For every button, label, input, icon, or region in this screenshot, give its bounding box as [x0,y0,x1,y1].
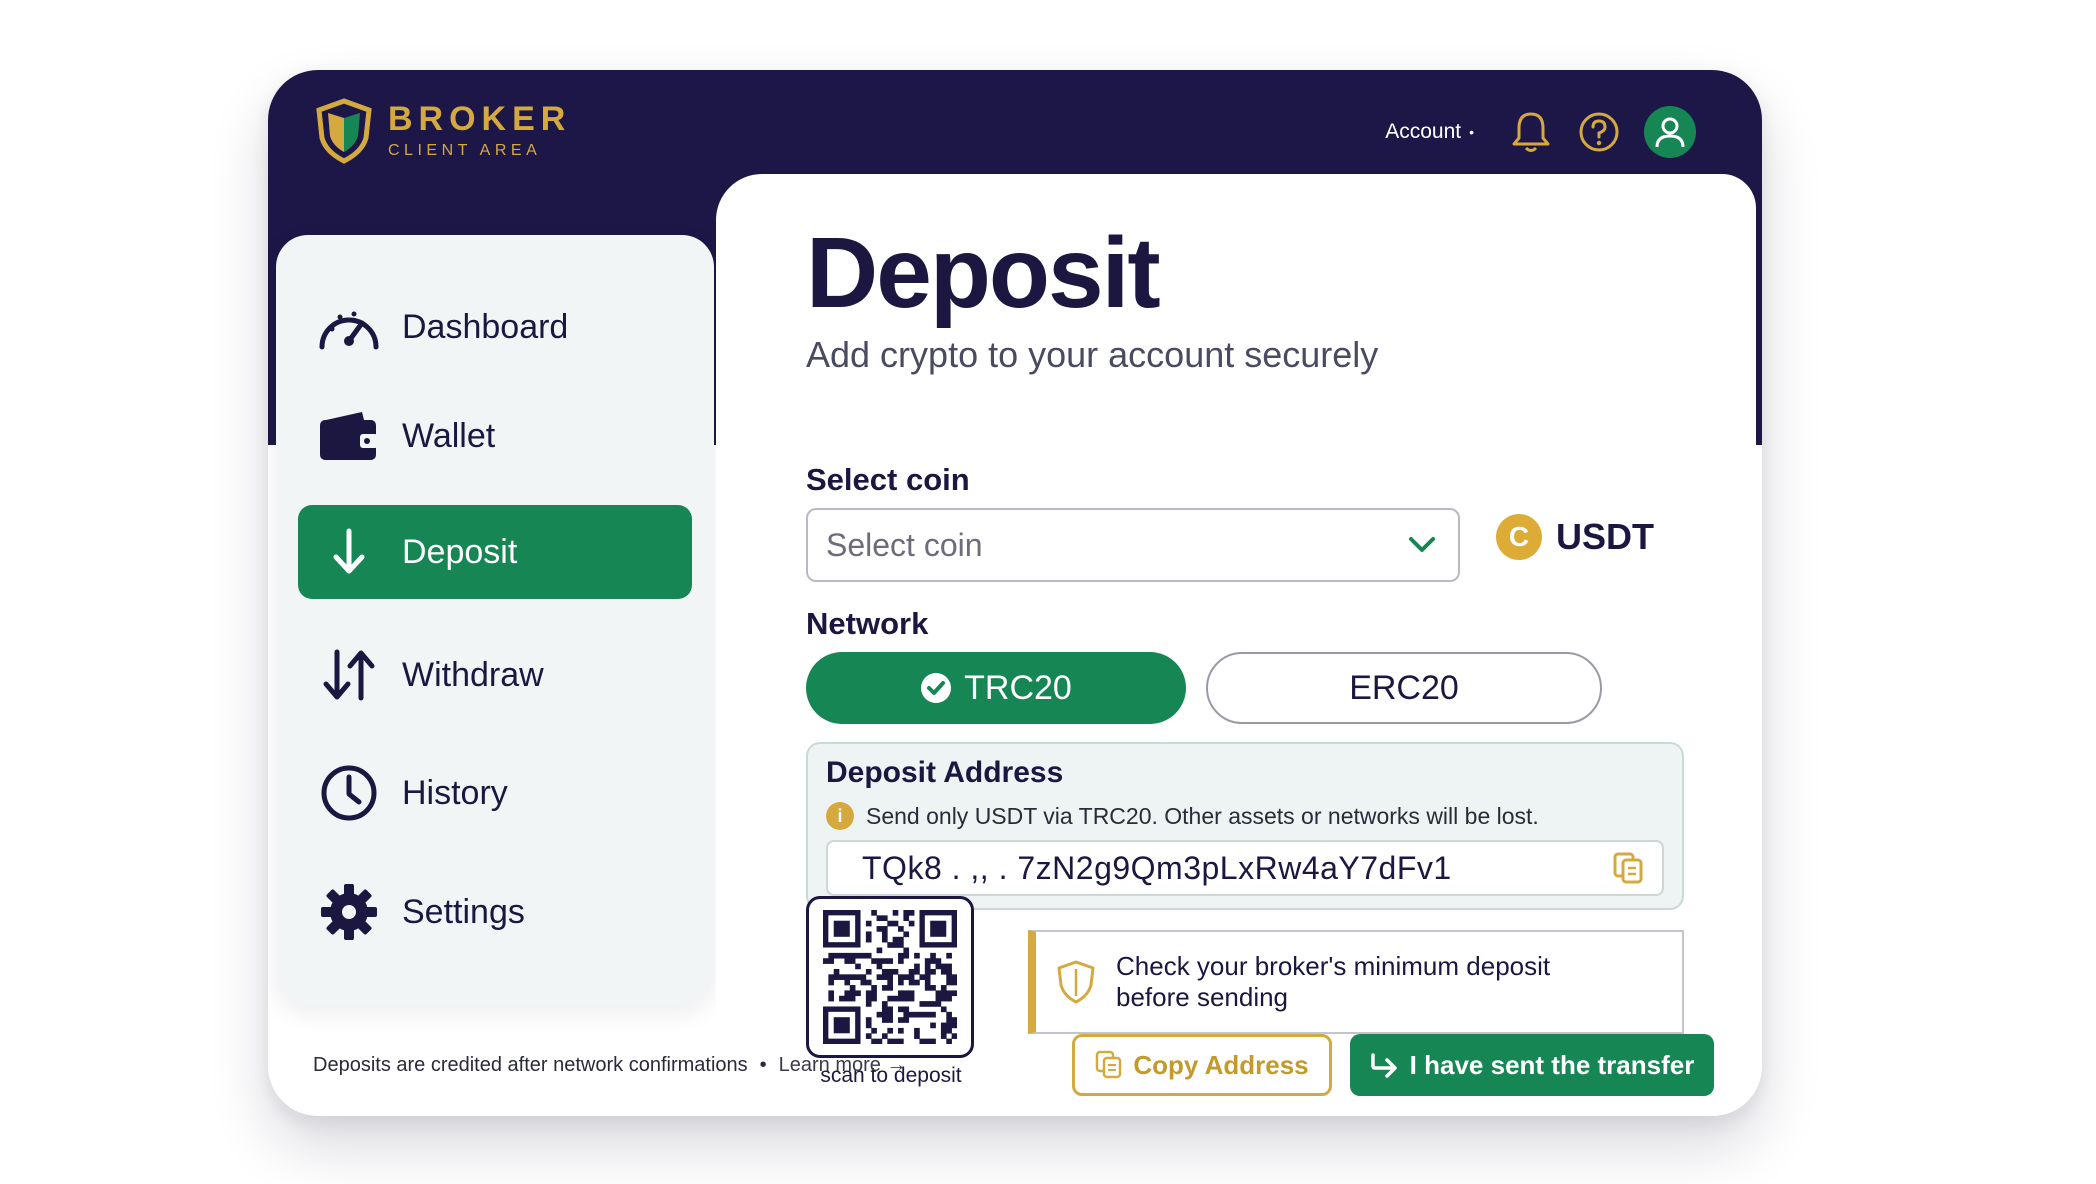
forward-arrow-icon [1370,1053,1397,1078]
chevron-down-icon [1409,537,1435,552]
selected-coin: C USDT [1496,514,1654,560]
copy-address-button[interactable]: Copy Address [1072,1034,1332,1096]
sidebar-item-dashboard[interactable]: Dashboard [298,280,692,374]
page-subtitle: Add crypto to your account securely [806,334,1379,375]
account-label: Account [1385,120,1462,143]
shield-icon [1057,960,1095,1004]
sidebar-item-settings[interactable]: Settings [298,865,692,959]
deposit-address-field[interactable]: TQk8 . ,, . 7zN2g9Qm3pLxRw4aY7dFv1 [826,840,1664,896]
sidebar-item-label: Wallet [402,416,496,455]
learn-more-link[interactable]: Learn more → [779,1054,907,1077]
account-dot: • [1469,124,1474,140]
deposit-address-box: Deposit Address i Send only USDT via TRC… [806,742,1684,910]
network-warning: i Send only USDT via TRC20. Other assets… [826,802,1539,830]
network-warning-text: Send only USDT via TRC20. Other assets o… [866,802,1539,829]
page-title: Deposit [806,217,1161,329]
minimum-deposit-text: Check your broker's minimum deposit befo… [1116,951,1551,1012]
deposit-panel: Deposit Add crypto to your account secur… [716,174,1756,1116]
usdt-coin-icon: C [1496,514,1542,560]
selected-coin-name: USDT [1556,516,1654,557]
brand-name: BROKER [388,100,572,138]
footer-separator: • [759,1054,767,1076]
sent-transfer-label: I have sent the transfer [1409,1049,1695,1080]
account-menu[interactable]: Account • [1385,120,1474,144]
coin-select[interactable]: Select coin [806,508,1460,582]
gear-icon [321,884,377,940]
network-option-label: ERC20 [1349,668,1459,707]
footer-note: Deposits are credited after network conf… [313,1054,907,1077]
question-circle-icon [1579,112,1619,152]
network-label: Network [806,606,929,641]
network-option-erc20[interactable]: ERC20 [1206,652,1602,724]
deposit-address-title: Deposit Address [826,756,1064,789]
wallet-icon [320,412,378,460]
sidebar-item-label: Dashboard [402,307,569,346]
deposit-address-value: TQk8 . ,, . 7zN2g9Qm3pLxRw4aY7dFv1 [862,849,1452,886]
check-circle-icon [921,673,952,703]
sidebar-item-wallet[interactable]: Wallet [298,389,692,483]
sidebar-item-label: Deposit [402,532,518,571]
brand[interactable]: BROKER CLIENT AREA [316,98,571,164]
user-icon [1655,117,1685,148]
clock-icon [321,765,377,821]
brand-subtitle: CLIENT AREA [388,142,542,159]
arrows-up-down-icon [323,649,375,701]
broker-logo-icon [316,98,372,164]
copy-address-label: Copy Address [1133,1049,1309,1080]
sidebar-item-label: History [402,773,508,812]
copy-icon[interactable] [1612,851,1644,885]
sidebar-item-deposit[interactable]: Deposit [298,505,692,599]
copy-icon [1096,1050,1122,1079]
sent-transfer-button[interactable]: I have sent the transfer [1350,1034,1714,1096]
sidebar-item-label: Settings [402,892,525,931]
minimum-deposit-notice: Check your broker's minimum deposit befo… [1028,930,1684,1034]
app-window: BROKER CLIENT AREA Account • Dashboard W… [268,70,1762,1116]
gauge-icon [319,311,379,350]
top-actions: Account • [1385,100,1696,164]
notifications-button[interactable] [1508,109,1554,155]
sidebar-item-label: Withdraw [402,655,544,694]
info-icon: i [826,802,854,830]
sidebar: Dashboard Wallet Deposit Withdraw Histor… [276,235,714,1005]
coin-select-placeholder: Select coin [826,526,983,563]
bell-icon [1512,112,1550,152]
coin-label: Select coin [806,462,970,497]
sidebar-item-history[interactable]: History [298,746,692,840]
deposit-qr-code [806,896,974,1058]
network-option-label: TRC20 [964,668,1072,707]
arrow-down-icon [333,528,365,574]
user-avatar-button[interactable] [1644,106,1696,158]
qr-code-icon [823,910,957,1044]
footer-note-text: Deposits are credited after network conf… [313,1054,748,1076]
sidebar-item-withdraw[interactable]: Withdraw [298,628,692,722]
help-button[interactable] [1576,109,1622,155]
network-option-trc20[interactable]: TRC20 [806,652,1186,724]
